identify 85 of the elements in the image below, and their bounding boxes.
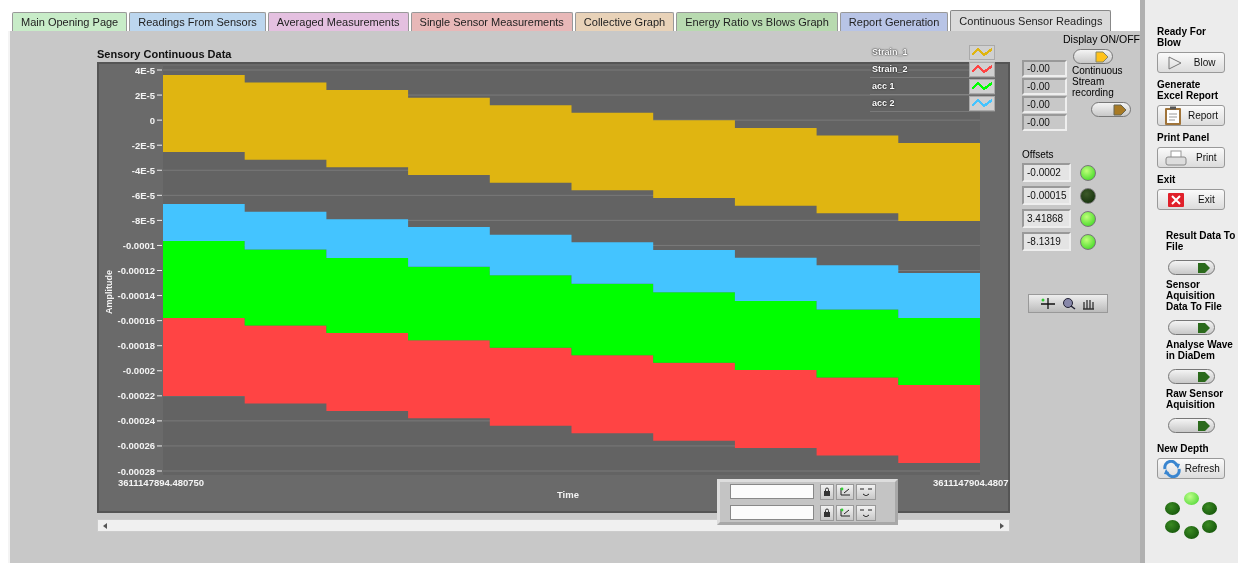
toggle-label: Continuous Stream recording: [1072, 65, 1124, 98]
legend-label: Strain_2: [871, 64, 908, 74]
control-label: Result Data To File: [1166, 230, 1236, 252]
toggle-switch[interactable]: [1091, 102, 1131, 117]
x-axis-label: Time: [557, 489, 579, 500]
y-tick: -4E-5: [131, 164, 163, 176]
legend-label: acc 2: [871, 98, 895, 108]
input-field[interactable]: [730, 505, 814, 520]
numeric-indicator: -8.1319: [1022, 232, 1071, 251]
toggle-switch[interactable]: [1073, 49, 1113, 64]
y-tick: -0.00028: [117, 465, 163, 477]
y-tick: -2E-5: [131, 139, 163, 151]
toggle-label: Display ON/OFF: [1063, 33, 1140, 46]
y-tick: -8E-5: [131, 214, 163, 226]
y-tick: -0.00018: [117, 340, 163, 352]
numeric-indicator: -0.00: [1022, 96, 1067, 113]
tab[interactable]: Report Generation: [839, 12, 949, 31]
toggle-light-icon: [1197, 419, 1211, 432]
lock-icon[interactable]: [820, 483, 834, 500]
toggle-switch[interactable]: [1168, 369, 1215, 384]
autoscale-icon[interactable]: [836, 504, 854, 521]
y-tick: -0.0002: [122, 365, 163, 377]
scrollbar[interactable]: [97, 519, 1010, 532]
control-label: Analyse Wave in DiaDem: [1166, 339, 1234, 361]
side-button[interactable]: Exit: [1157, 189, 1225, 210]
refresh-icon: [1162, 459, 1183, 478]
play-icon: [1166, 55, 1183, 70]
numeric-indicator: -0.00: [1022, 60, 1067, 77]
offsets-label: Offsets: [1022, 149, 1055, 161]
y-tick: -0.00022: [117, 390, 163, 402]
y-tick: -6E-5: [131, 189, 163, 201]
y-tick: 4E-5: [134, 64, 163, 76]
control-label: Print Panel: [1157, 132, 1211, 143]
tab[interactable]: Main Opening Page: [12, 12, 128, 31]
control-label: Generate Excel Report: [1157, 79, 1220, 101]
tab[interactable]: Single Sensor Measurements: [410, 12, 573, 31]
crosshair-icon[interactable]: [1039, 297, 1057, 310]
x-tick-label: 3611147904.4807: [933, 477, 1009, 488]
numeric-indicator: -0.0002: [1022, 163, 1071, 182]
toggle-switch[interactable]: [1168, 320, 1215, 335]
toggle-light-icon: [1197, 370, 1211, 383]
side-button[interactable]: Report: [1157, 105, 1225, 126]
control-label: Ready For Blow: [1157, 26, 1207, 48]
tab[interactable]: Readings From Sensors: [129, 12, 266, 31]
y-tick: -0.00012: [117, 265, 163, 276]
y-tick: -0.0001: [122, 239, 163, 251]
input-field[interactable]: [730, 484, 814, 499]
control-label: Exit: [1157, 174, 1177, 185]
legend-label: acc 1: [871, 81, 895, 91]
left-arrow-icon[interactable]: [102, 521, 108, 530]
control-label: Raw Sensor Aquisition: [1166, 388, 1225, 410]
lock-icon[interactable]: [820, 504, 834, 521]
close-icon: [1167, 191, 1186, 208]
control-label: Sensor Aquisition Data To File: [1166, 279, 1223, 312]
legend-label: Strain_1: [871, 47, 908, 57]
numeric-indicator: 3.41868: [1022, 209, 1071, 228]
tab[interactable]: Energy Ratio vs Blows Graph: [676, 12, 838, 31]
side-button[interactable]: Blow: [1157, 52, 1225, 73]
graph-title: Sensory Continuous Data: [97, 47, 232, 62]
numeric-indicator: -0.00: [1022, 78, 1067, 95]
y-tick: 0: [149, 114, 163, 126]
y-tick: -0.00026: [117, 440, 163, 452]
clipboard-icon: [1164, 105, 1182, 126]
tab[interactable]: Continuous Sensor Readings: [950, 10, 1112, 31]
y-axis-label: Amplitude: [104, 270, 114, 314]
y-tick: 2E-5: [134, 89, 163, 101]
toggle-light-icon: [1197, 261, 1211, 274]
autoscale-icon[interactable]: [836, 483, 854, 500]
y-tick: -0.00024: [117, 415, 163, 427]
right-arrow-icon[interactable]: [999, 521, 1005, 530]
numeric-indicator: -0.00: [1022, 114, 1067, 131]
y-tick: -0.00014: [117, 290, 163, 302]
tab[interactable]: Averaged Measurements: [267, 12, 409, 31]
control-label: New Depth: [1157, 443, 1210, 454]
x-tick-label: 3611147894.480750: [118, 477, 205, 488]
numeric-indicator: -0.00015: [1022, 186, 1071, 205]
toggle-switch[interactable]: [1168, 260, 1215, 275]
toggle-switch[interactable]: [1168, 418, 1215, 433]
tab[interactable]: Collective Graph: [574, 12, 675, 31]
side-button[interactable]: Refresh: [1157, 458, 1225, 479]
printer-icon: [1165, 149, 1188, 166]
y-tick: -0.00016: [117, 315, 163, 327]
graph-palette[interactable]: [1028, 294, 1108, 313]
toggle-light-icon: [1197, 321, 1211, 334]
side-button[interactable]: Print: [1157, 147, 1225, 168]
